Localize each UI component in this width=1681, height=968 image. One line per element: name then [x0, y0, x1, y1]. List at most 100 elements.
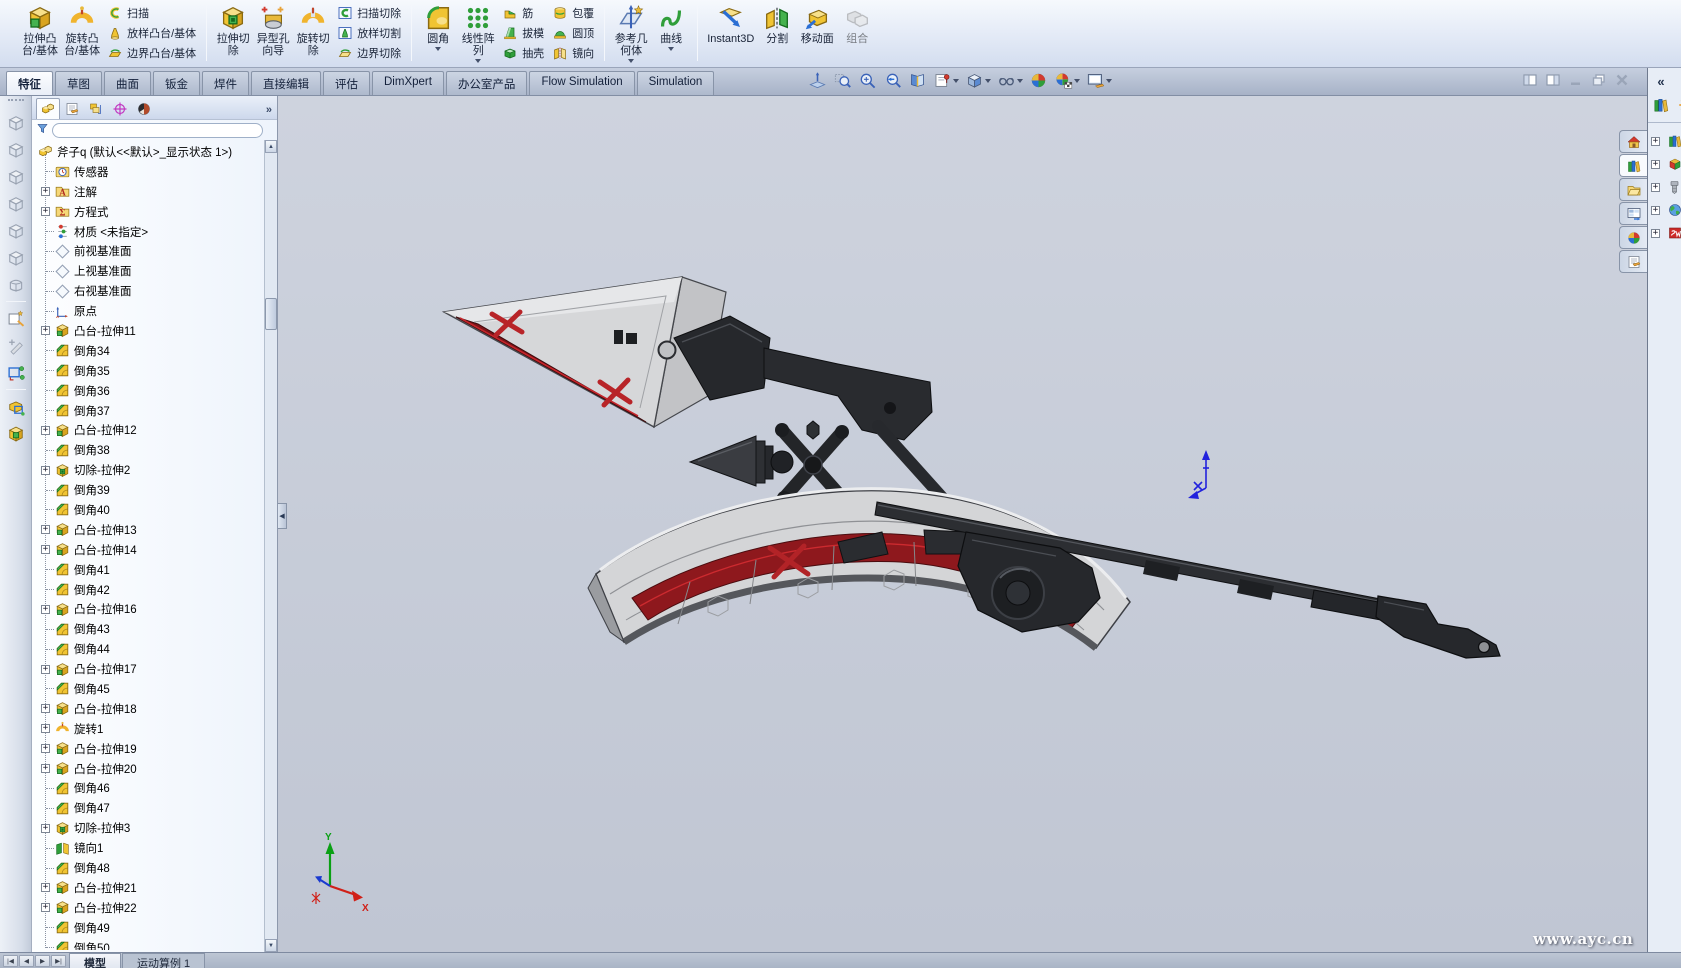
apply-scene-dropdown-arrow[interactable] — [1074, 79, 1080, 83]
expand-toggle[interactable]: + — [1651, 160, 1660, 169]
offset-entities-button[interactable] — [4, 422, 28, 446]
linear-pattern-dropdown-arrow[interactable] — [475, 59, 481, 63]
zoom-to-area-button[interactable] — [831, 70, 854, 91]
tree-item-凸台-拉伸22[interactable]: +凸台-拉伸22 — [32, 898, 277, 918]
tree-item-原点[interactable]: 原点 — [32, 301, 277, 321]
tab-Simulation[interactable]: Simulation — [637, 71, 715, 95]
tree-item-传感器[interactable]: 传感器 — [32, 162, 277, 182]
previous-view-button[interactable] — [881, 70, 904, 91]
split-pane-right-button[interactable] — [1544, 72, 1561, 87]
solidworks-content-node[interactable]: + — [1651, 222, 1681, 245]
expand-toggle[interactable]: + — [1651, 137, 1660, 146]
tab-曲面[interactable]: 曲面 — [104, 71, 151, 95]
nav-last-button[interactable]: ▶| — [51, 955, 66, 967]
split-button[interactable]: 分割 — [757, 1, 797, 45]
tab-办公室产品[interactable]: 办公室产品 — [446, 71, 528, 95]
dome-button[interactable]: 圆顶 — [549, 23, 597, 43]
display-style-button[interactable] — [963, 70, 993, 91]
propertymanager-tab[interactable] — [60, 98, 84, 119]
graphics-viewport[interactable]: Y X ◀ www.ayc.cn — [278, 96, 1647, 952]
expand-toggle[interactable]: + — [41, 426, 50, 435]
appearances-tab[interactable] — [1619, 226, 1647, 249]
manager-tabs-overflow-chevron[interactable]: » — [266, 104, 275, 119]
display-style-dropdown-arrow[interactable] — [985, 79, 991, 83]
nav-next-button[interactable]: ▶ — [35, 955, 50, 967]
hide-show-items-dropdown-arrow[interactable] — [1017, 79, 1023, 83]
linear-pattern-button[interactable]: 线性阵列 — [458, 1, 498, 63]
featuremanager-tab[interactable] — [36, 98, 60, 119]
expand-toggle[interactable]: + — [1651, 183, 1660, 192]
tree-item-凸台-拉伸17[interactable]: +凸台-拉伸17 — [32, 659, 277, 679]
tree-item-倒角43[interactable]: 倒角43 — [32, 619, 277, 639]
dimxpertmanager-tab[interactable] — [108, 98, 132, 119]
zoom-to-fit-button[interactable] — [806, 70, 829, 91]
right-view-button[interactable] — [4, 192, 28, 216]
design-library-node[interactable]: + — [1651, 130, 1681, 153]
tab-直接编辑[interactable]: 直接编辑 — [251, 71, 321, 95]
instant3d-button[interactable]: Instant3D — [704, 1, 757, 45]
lofted-boss-button[interactable]: 放样凸台/基体 — [104, 23, 199, 43]
zoom-in-out-button[interactable] — [856, 70, 879, 91]
boundary-boss-button[interactable]: 边界凸台/基体 — [104, 43, 199, 63]
tree-item-倒角37[interactable]: 倒角37 — [32, 401, 277, 421]
toolbox-node[interactable]: + — [1651, 153, 1681, 176]
bottom-view-button[interactable] — [4, 246, 28, 270]
expand-toggle[interactable]: + — [41, 605, 50, 614]
study-tab-模型[interactable]: 模型 — [69, 953, 121, 968]
tree-item-右视基准面[interactable]: 右视基准面 — [32, 281, 277, 301]
solidworks-resources-tab[interactable] — [1619, 130, 1647, 153]
boundary-cut-button[interactable]: 边界切除 — [334, 43, 404, 63]
shell-button[interactable]: 抽壳 — [499, 43, 547, 63]
tree-item-倒角34[interactable]: 倒角34 — [32, 341, 277, 361]
expand-toggle[interactable]: + — [41, 187, 50, 196]
tab-草图[interactable]: 草图 — [55, 71, 102, 95]
study-tab-运动算例 1[interactable]: 运动算例 1 — [122, 953, 205, 968]
tab-DimXpert[interactable]: DimXpert — [372, 71, 444, 95]
add-to-library-button[interactable] — [1650, 94, 1672, 116]
tree-item-凸台-拉伸20[interactable]: +凸台-拉伸20 — [32, 759, 277, 779]
view-orientation-dropdown-arrow[interactable] — [953, 79, 959, 83]
tree-item-倒角48[interactable]: 倒角48 — [32, 858, 277, 878]
expand-toggle[interactable]: + — [41, 326, 50, 335]
nav-prev-button[interactable]: ◀ — [19, 955, 34, 967]
nav-first-button[interactable]: |◀ — [3, 955, 18, 967]
tree-item-倒角50[interactable]: 倒角50 — [32, 938, 277, 950]
rib-button[interactable]: 筋 — [499, 3, 547, 23]
tree-item-注解[interactable]: +A注解 — [32, 182, 277, 202]
add-file-location-button[interactable] — [1675, 94, 1681, 116]
tree-item-材质 <未指定>[interactable]: 材质 <未指定> — [32, 222, 277, 242]
front-view-button[interactable] — [4, 111, 28, 135]
tree-item-倒角47[interactable]: 倒角47 — [32, 798, 277, 818]
tree-item-镜向1[interactable]: 镜向1 — [32, 838, 277, 858]
close-button[interactable] — [1613, 72, 1630, 87]
tree-item-切除-拉伸2[interactable]: +切除-拉伸2 — [32, 460, 277, 480]
sketch-entities-button[interactable] — [4, 361, 28, 385]
apply-scene-button[interactable] — [1052, 70, 1082, 91]
tree-scrollbar[interactable]: ▲ ▼ — [264, 140, 277, 952]
tree-item-凸台-拉伸18[interactable]: +凸台-拉伸18 — [32, 699, 277, 719]
tab-Flow Simulation[interactable]: Flow Simulation — [529, 71, 634, 95]
expand-toggle[interactable]: + — [41, 545, 50, 554]
view-settings-dropdown-arrow[interactable] — [1106, 79, 1112, 83]
file-explorer-tab[interactable] — [1619, 178, 1647, 201]
move-face-button[interactable]: 移动面 — [797, 1, 837, 45]
mirror-button[interactable]: 镜向 — [549, 43, 597, 63]
swept-boss-button[interactable]: 扫描 — [104, 3, 199, 23]
expand-toggle[interactable]: + — [1651, 229, 1660, 238]
tree-item-倒角45[interactable]: 倒角45 — [32, 679, 277, 699]
taskpane-collapse-button[interactable]: « — [1651, 72, 1671, 90]
tree-root-item[interactable]: 斧子q (默认<<默认>_显示状态 1>) — [32, 142, 277, 162]
back-view-button[interactable] — [4, 138, 28, 162]
tree-item-倒角42[interactable]: 倒角42 — [32, 580, 277, 600]
convert-entities-button[interactable] — [4, 395, 28, 419]
tab-焊件[interactable]: 焊件 — [202, 71, 249, 95]
restore-button[interactable] — [1590, 72, 1607, 87]
minimize-button[interactable] — [1567, 72, 1584, 87]
expand-toggle[interactable]: + — [41, 744, 50, 753]
swept-cut-button[interactable]: 扫描切除 — [334, 3, 404, 23]
tree-item-凸台-拉伸14[interactable]: +凸台-拉伸14 — [32, 540, 277, 560]
left-view-button[interactable] — [4, 165, 28, 189]
tree-item-方程式[interactable]: +Σ方程式 — [32, 202, 277, 222]
tab-评估[interactable]: 评估 — [323, 71, 370, 95]
split-pane-left-button[interactable] — [1521, 72, 1538, 87]
